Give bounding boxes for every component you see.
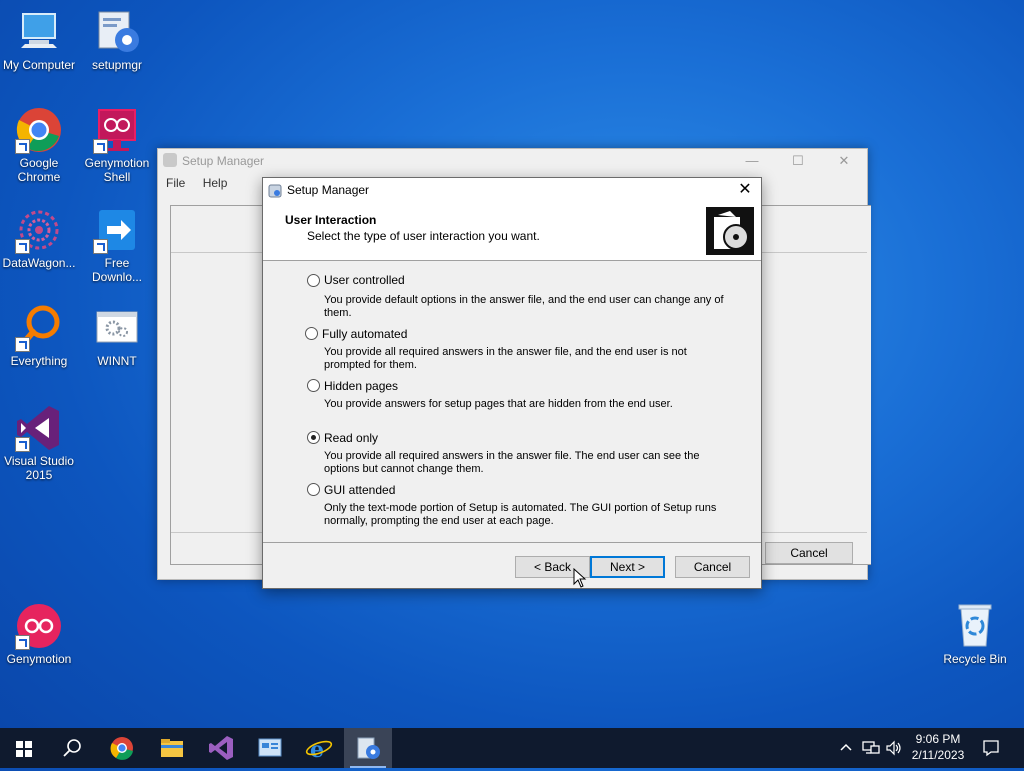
- internet-explorer-icon: e: [305, 737, 333, 763]
- volume-icon[interactable]: [885, 740, 903, 759]
- option-desc-hidden-pages: You provide answers for setup pages that…: [324, 398, 673, 410]
- desktop-icon-everything[interactable]: Everything: [0, 304, 78, 368]
- header-subtitle: Select the type of user interaction you …: [307, 229, 540, 243]
- setup-disc-icon: [706, 207, 754, 255]
- desktop-icon-winnt[interactable]: WINNT: [78, 304, 156, 368]
- taskbar-visual-studio[interactable]: [197, 728, 245, 768]
- desktop-icon-genymotion-shell[interactable]: Genymotion Shell: [78, 106, 156, 184]
- option-label-gui-attended[interactable]: GUI attended: [324, 483, 395, 497]
- radio-gui-attended[interactable]: [307, 483, 320, 496]
- mouse-cursor-icon: [573, 567, 587, 588]
- desktop-icon-my-computer[interactable]: My Computer: [0, 8, 78, 72]
- bg-window-title: Setup Manager: [182, 154, 265, 168]
- radio-user-controlled[interactable]: [307, 274, 320, 287]
- desktop-icon-chrome[interactable]: Google Chrome: [0, 106, 78, 184]
- start-button[interactable]: [0, 728, 48, 768]
- setup-manager-icon: [163, 153, 177, 167]
- option-label-hidden-pages[interactable]: Hidden pages: [324, 379, 398, 393]
- radio-read-only[interactable]: [307, 431, 320, 444]
- computer-icon: [15, 8, 63, 56]
- genymotion-icon: [15, 602, 63, 650]
- setup-manager-icon: [268, 182, 282, 198]
- maximize-icon[interactable]: ☐: [775, 149, 821, 173]
- option-label-fully-automated[interactable]: Fully automated: [322, 327, 407, 341]
- shortcut-arrow-icon: [15, 139, 30, 154]
- windows-logo-icon: [16, 741, 32, 757]
- taskbar-internet-explorer[interactable]: e: [295, 728, 343, 768]
- radio-hidden-pages[interactable]: [307, 379, 320, 392]
- folder-icon: [161, 739, 183, 757]
- option-label-user-controlled[interactable]: User controlled: [324, 273, 405, 287]
- shortcut-arrow-icon: [93, 139, 108, 154]
- search-icon: [63, 739, 81, 757]
- control-panel-icon: [258, 738, 282, 757]
- network-icon[interactable]: [862, 740, 880, 759]
- dialog-separator: [263, 542, 761, 543]
- chrome-icon: [15, 106, 63, 154]
- winnt-file-icon: [93, 304, 141, 352]
- menu-help[interactable]: Help: [203, 176, 228, 190]
- next-button[interactable]: Next >: [590, 556, 665, 578]
- dialog-titlebar[interactable]: Setup Manager ✕: [263, 178, 761, 202]
- taskbar-setup-manager[interactable]: [344, 728, 392, 768]
- setupmgr-icon: [93, 8, 141, 56]
- desktop-icon-datawagon[interactable]: DataWagon...: [0, 206, 78, 270]
- option-label-read-only[interactable]: Read only: [324, 431, 378, 445]
- shortcut-arrow-icon: [15, 239, 30, 254]
- option-desc-user-controlled: You provide default options in the answe…: [324, 294, 724, 319]
- chevron-up-icon: [840, 743, 852, 751]
- everything-search-icon: [15, 304, 63, 352]
- menu-file[interactable]: File: [166, 176, 185, 190]
- option-desc-gui-attended: Only the text-mode portion of Setup is a…: [324, 502, 717, 527]
- desktop-icon-setupmgr[interactable]: setupmgr: [78, 8, 156, 72]
- dialog-title: Setup Manager: [287, 183, 370, 197]
- bg-cancel-button[interactable]: Cancel: [765, 542, 853, 564]
- bg-window-titlebar[interactable]: Setup Manager — ☐ ✕: [158, 149, 867, 173]
- desktop-icon-visual-studio[interactable]: Visual Studio 2015: [0, 404, 78, 482]
- notifications-icon[interactable]: [982, 739, 1000, 760]
- clock-date: 2/11/2023: [911, 748, 965, 762]
- genymotion-shell-icon: [93, 106, 141, 154]
- option-desc-fully-automated: You provide all required answers in the …: [324, 346, 687, 371]
- visual-studio-icon: [15, 404, 63, 452]
- radio-fully-automated[interactable]: [305, 327, 318, 340]
- option-desc-read-only: You provide all required answers in the …: [324, 450, 700, 475]
- show-hidden-icons[interactable]: [840, 740, 852, 757]
- svg-text:e: e: [310, 737, 324, 763]
- dialog-header: User Interaction Select the type of user…: [263, 202, 761, 261]
- taskbar-chrome[interactable]: [98, 728, 146, 768]
- taskbar-control-panel[interactable]: [246, 728, 294, 768]
- desktop-icon-free-download[interactable]: Free Downlo...: [78, 206, 156, 284]
- user-interaction-dialog: Setup Manager ✕ User Interaction Select …: [262, 177, 762, 589]
- header-title: User Interaction: [285, 213, 377, 227]
- cancel-button[interactable]: Cancel: [675, 556, 750, 578]
- recycle-bin-icon: [951, 602, 999, 650]
- taskbar: e 9:06 PM 2/11/2023: [0, 728, 1024, 768]
- visual-studio-icon: [209, 736, 233, 760]
- shortcut-arrow-icon: [15, 337, 30, 352]
- shortcut-arrow-icon: [15, 437, 30, 452]
- search-button[interactable]: [48, 728, 96, 768]
- clock[interactable]: 9:06 PM 2/11/2023: [905, 731, 971, 763]
- chrome-icon: [110, 737, 133, 760]
- clock-time: 9:06 PM: [915, 732, 961, 746]
- free-download-icon: [93, 206, 141, 254]
- datawagon-icon: [15, 206, 63, 254]
- taskbar-file-explorer[interactable]: [148, 728, 196, 768]
- minimize-icon[interactable]: —: [729, 149, 775, 173]
- shortcut-arrow-icon: [93, 239, 108, 254]
- desktop-icon-recycle-bin[interactable]: Recycle Bin: [936, 602, 1014, 666]
- close-icon[interactable]: ✕: [729, 178, 761, 202]
- shortcut-arrow-icon: [15, 635, 30, 650]
- setup-manager-icon: [357, 737, 380, 759]
- desktop-icon-genymotion[interactable]: Genymotion: [0, 602, 78, 666]
- close-icon[interactable]: ✕: [821, 149, 867, 173]
